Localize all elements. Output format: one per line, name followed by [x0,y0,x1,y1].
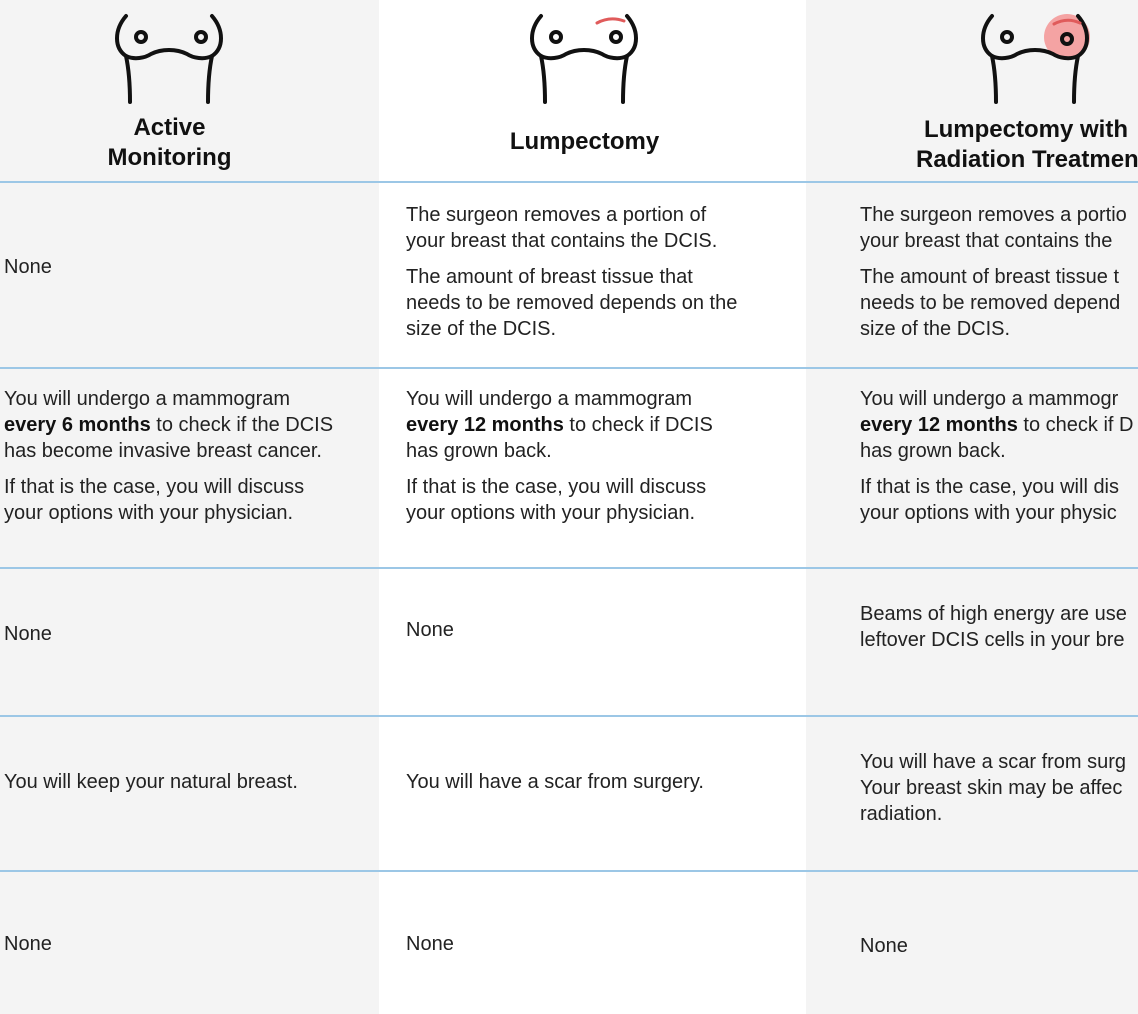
cell-active-monitoring-row-2: You will undergo a mammogram every 6 mon… [4,388,334,524]
cell-active-monitoring-row-3: None [4,623,52,645]
incision-mark [595,17,626,25]
row-divider [0,367,1138,369]
cell-lumpectomy-radiation-row-2: You will undergo a mammogr every 12 mont… [860,388,1134,524]
breasts-incision-icon [530,14,638,104]
cell-lumpectomy-radiation-row-5: None [860,935,908,957]
column-header-lumpectomy-radiation: Lumpectomy with Radiation Treatmen [806,0,1138,182]
cell-active-monitoring-row-4: You will keep your natural breast. [4,771,298,793]
breasts-radiation-icon [981,14,1090,104]
cell-lumpectomy-row-2: You will undergo a mammogram every 12 mo… [406,388,713,524]
cell-lumpectomy-radiation-row-3: Beams of high energy are use leftover DC… [860,603,1127,651]
column-header-active-monitoring: Active Monitoring [0,0,379,182]
cell-lumpectomy-row-4: You will have a scar from surgery. [406,771,704,793]
column-title: Lumpectomy [509,128,660,155]
column-header-lumpectomy: Lumpectomy [379,0,806,182]
cell-lumpectomy-row-3: None [406,619,454,641]
column-title: Lumpectomy with Radiation Treatmen [916,116,1138,173]
row-divider [0,567,1138,569]
cell-active-monitoring-row-1: None [4,256,52,278]
breasts-icon [115,14,223,104]
cell-lumpectomy-row-5: None [406,933,454,955]
cell-lumpectomy-row-1: The surgeon removes a portion of your br… [406,204,738,340]
column-title: Active Monitoring [107,114,232,171]
row-divider [0,715,1138,717]
cell-lumpectomy-radiation-row-1: The surgeon removes a portio your breast… [860,204,1127,340]
cell-active-monitoring-row-5: None [4,933,52,955]
cell-lumpectomy-radiation-row-4: You will have a scar from surg Your brea… [860,751,1127,825]
row-divider [0,870,1138,872]
